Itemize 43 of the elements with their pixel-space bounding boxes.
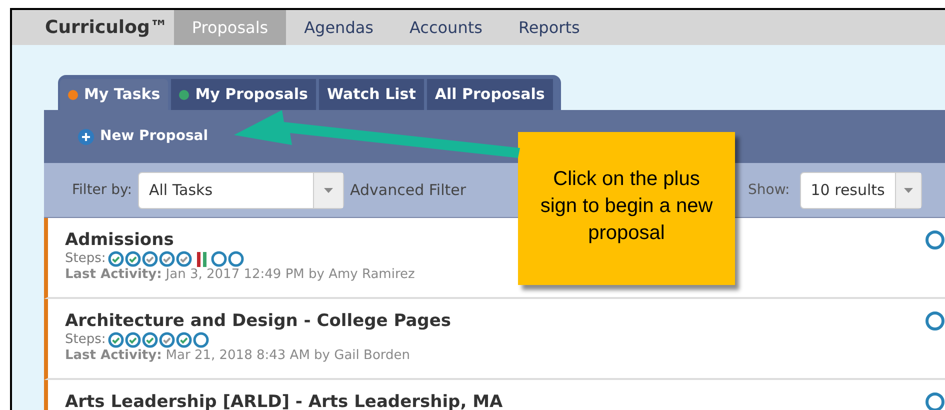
step-check-icon: [158, 332, 175, 348]
plus-icon: [78, 128, 94, 144]
nav-tab[interactable]: Accounts: [392, 10, 500, 45]
status-circle-icon: [925, 311, 945, 331]
filter-dropdown[interactable]: All Tasks: [138, 172, 344, 208]
activity-label: Last Activity:: [65, 267, 162, 283]
tab[interactable]: All Proposals: [426, 79, 553, 110]
step-circle-icon: [192, 332, 209, 348]
advanced-filter-link[interactable]: Advanced Filter: [350, 178, 466, 202]
tab[interactable]: My Tasks: [60, 79, 168, 110]
caret-icon: [324, 188, 333, 192]
step-check-icon: [176, 250, 192, 266]
step-check-icon: [142, 250, 158, 266]
step-check-icon: [142, 332, 158, 348]
proposal-title: Admissions: [65, 230, 174, 250]
steps-label: Steps:: [65, 250, 106, 268]
proposal-row[interactable]: Architecture and Design - College Pages Steps: Last Activity: Mar 21, 2018 8:43 AM by Gail Borden: [44, 299, 945, 380]
app-logo: Curriculog™: [45, 16, 168, 40]
results-dropdown[interactable]: 10 results: [800, 172, 922, 208]
step-check-icon: [124, 250, 141, 266]
step-check-icon: [124, 332, 141, 348]
tab[interactable]: My Proposals: [171, 79, 316, 110]
step-circle-icon: [228, 250, 244, 266]
step-check-icon: [108, 332, 124, 348]
proposal-title: Architecture and Design - College Pages: [65, 311, 452, 331]
current-step-icon: [194, 250, 209, 266]
activity-text: Jan 3, 2017 12:49 PM by Amy Ramirez: [166, 267, 415, 283]
status-circle-icon: [925, 230, 945, 250]
steps-label: Steps:: [65, 330, 106, 349]
step-circle-icon: [210, 250, 227, 266]
new-proposal-button[interactable]: New Proposal: [78, 126, 208, 147]
caret-icon: [904, 188, 913, 192]
step-check-icon: [176, 332, 192, 348]
step-check-icon: [108, 250, 124, 266]
tab[interactable]: Watch List: [318, 79, 424, 110]
nav-tab[interactable]: Reports: [500, 10, 598, 45]
activity-text: Mar 21, 2018 8:43 AM by Gail Borden: [166, 348, 410, 364]
filter-label: Filter by:: [72, 180, 132, 200]
callout-note: Click on the plus sign to begin a new proposal: [518, 132, 735, 285]
step-check-icon: [158, 250, 175, 266]
nav-tab[interactable]: Agendas: [286, 10, 392, 45]
activity-label: Last Activity:: [65, 348, 162, 364]
show-label: Show:: [748, 180, 790, 200]
